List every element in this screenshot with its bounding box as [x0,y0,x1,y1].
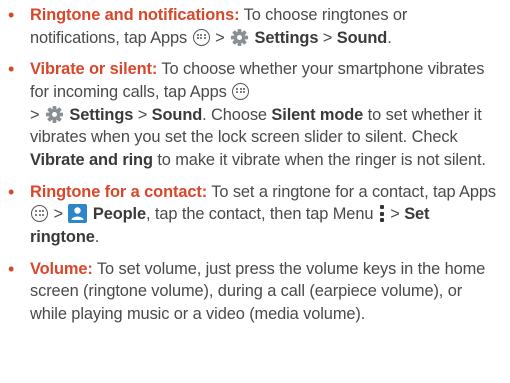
settings-gear-icon [230,28,249,46]
item-text: > [30,105,44,124]
sound-label: Sound [336,28,388,47]
menu-icon [379,205,385,223]
people-label: People [92,205,147,224]
settings-gear-icon [45,105,63,123]
item-title: Volume: [30,259,93,278]
item-text: . Choose [202,105,272,124]
item-text: . [387,28,392,47]
item-text: > [210,28,230,47]
list-item-contact-ringtone: • Ringtone for a contact: To set a ringt… [0,181,496,249]
item-text: To set a ringtone for a contact, tap App… [207,182,496,201]
item-text: > [385,205,405,224]
item-text: , tap the contact, then tap Menu [146,205,378,224]
apps-icon [31,205,48,223]
apps-icon [232,82,250,100]
item-text: > [318,28,337,47]
settings-label: Settings [254,28,319,47]
list-item-volume: • Volume: To set volume, just press the … [0,258,496,326]
item-title: Ringtone for a contact: [30,182,208,201]
list-item-ringtone-notifications: • Ringtone and notifications: To choose … [0,4,496,49]
item-text: > [49,205,68,224]
item-title: Vibrate or silent: [30,60,158,79]
vibrate-and-ring-label: Vibrate and ring [30,150,153,169]
item-text: . [94,227,100,246]
bullet-marker: • [8,59,15,80]
list-item-vibrate-silent: • Vibrate or silent: To choose whether y… [0,58,496,171]
apps-icon [192,28,210,46]
item-text: > [133,105,152,124]
people-icon [68,204,88,224]
sound-label: Sound [151,105,203,124]
item-text: to make it vibrate when the ringer is no… [152,150,486,169]
item-text: To set volume, just press the volume key… [30,259,486,323]
item-title: Ringtone and notifications: [30,6,240,24]
settings-label: Settings [69,105,134,124]
silent-mode-label: Silent mode [271,105,364,124]
bullet-marker: • [8,181,15,202]
document-page: • Ringtone and notifications: To choose … [0,0,510,383]
bullet-marker: • [8,5,15,25]
settings-bullet-list: • Ringtone and notifications: To choose … [0,4,496,325]
bullet-marker: • [8,258,15,279]
